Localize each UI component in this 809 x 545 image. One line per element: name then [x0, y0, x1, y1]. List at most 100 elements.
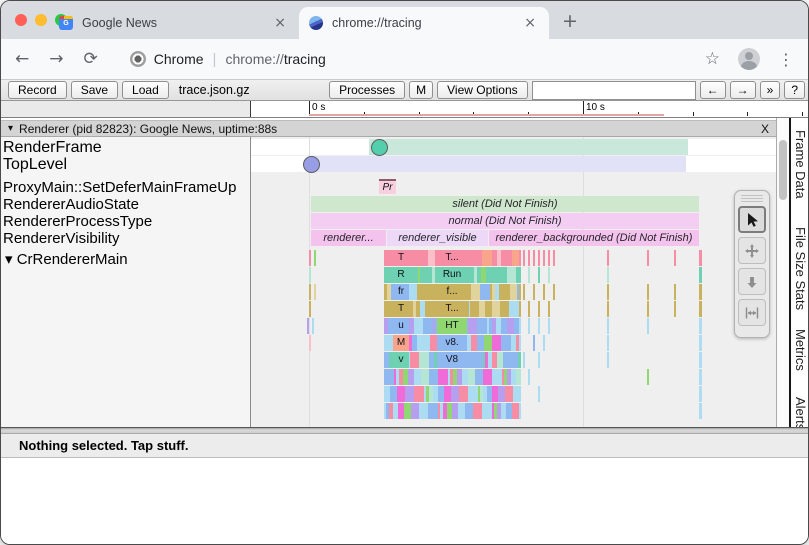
- trace-slice[interactable]: [309, 301, 311, 317]
- trace-slice-labeled[interactable]: v8.: [437, 335, 467, 351]
- trace-slice[interactable]: [538, 301, 540, 317]
- view-options-button[interactable]: View Options: [437, 81, 527, 99]
- trace-slice[interactable]: [538, 386, 540, 402]
- trace-slice[interactable]: [553, 250, 555, 266]
- trace-slice[interactable]: [405, 386, 414, 402]
- pan-tool-button[interactable]: [738, 237, 766, 264]
- state-band[interactable]: renderer...: [311, 230, 386, 246]
- panel-splitter[interactable]: [1, 427, 808, 434]
- trace-slice[interactable]: [414, 386, 424, 402]
- trace-slice[interactable]: [543, 250, 545, 266]
- trace-slice[interactable]: [647, 369, 649, 385]
- trace-slice[interactable]: [414, 318, 423, 334]
- trace-slice[interactable]: [509, 301, 519, 317]
- zoom-tool-button[interactable]: [738, 268, 766, 295]
- trace-slice[interactable]: [309, 267, 311, 283]
- trace-slice[interactable]: [498, 386, 505, 402]
- trace-slice[interactable]: [607, 284, 609, 300]
- tab-close-icon[interactable]: ×: [271, 15, 289, 31]
- trace-slice[interactable]: [528, 267, 530, 283]
- tab-google-news[interactable]: G Google News ×: [49, 7, 299, 39]
- trace-slice[interactable]: [519, 301, 521, 317]
- trace-slice[interactable]: [468, 386, 478, 402]
- trace-slice[interactable]: [421, 369, 429, 385]
- trace-slice[interactable]: [417, 284, 426, 300]
- trace-slice[interactable]: [492, 267, 499, 283]
- close-window-button[interactable]: [15, 14, 27, 26]
- trace-slice[interactable]: [314, 284, 316, 300]
- trace-slice[interactable]: [523, 284, 525, 300]
- trace-slice-labeled[interactable]: u: [393, 318, 409, 334]
- trace-slice[interactable]: [503, 352, 510, 368]
- trace-slice[interactable]: [647, 318, 649, 334]
- trace-slice-labeled[interactable]: T: [389, 301, 413, 317]
- trace-slice[interactable]: [607, 250, 609, 266]
- processes-button[interactable]: Processes: [329, 81, 405, 99]
- forward-icon[interactable]: →: [49, 49, 63, 69]
- trace-slice[interactable]: [512, 250, 519, 266]
- state-band[interactable]: normal (Did Not Finish): [311, 213, 699, 229]
- trace-slice[interactable]: [699, 335, 702, 351]
- trace-slice-labeled[interactable]: M: [393, 335, 409, 351]
- trace-slice[interactable]: [699, 386, 702, 402]
- trace-slice[interactable]: [607, 301, 609, 317]
- trace-slice[interactable]: [647, 301, 649, 317]
- trace-slice[interactable]: [523, 250, 525, 266]
- trace-slice[interactable]: [548, 301, 550, 317]
- trace-slice[interactable]: [414, 369, 421, 385]
- trace-slice[interactable]: [699, 284, 702, 300]
- trace-slice[interactable]: [419, 403, 428, 419]
- trace-slice[interactable]: [510, 284, 517, 300]
- trace-slice[interactable]: [475, 369, 483, 385]
- toplevel-band[interactable]: [311, 156, 686, 172]
- vertical-scrollbar[interactable]: [776, 118, 789, 427]
- trace-chart[interactable]: Prsilent (Did Not Finish)normal (Did Not…: [251, 118, 776, 427]
- trace-slice[interactable]: [482, 403, 492, 419]
- trace-slice[interactable]: [314, 250, 316, 266]
- trace-slice[interactable]: [533, 335, 535, 351]
- trace-slice[interactable]: [538, 267, 540, 283]
- proxymain-slice[interactable]: Pr: [379, 179, 396, 194]
- trace-slice[interactable]: [465, 403, 473, 419]
- find-previous-button[interactable]: ←: [700, 81, 726, 99]
- trace-slice[interactable]: [699, 318, 702, 334]
- trace-slice-labeled[interactable]: HT: [437, 318, 467, 334]
- trace-slice[interactable]: [309, 284, 311, 300]
- trace-slice[interactable]: [411, 403, 419, 419]
- trace-slice[interactable]: [699, 352, 702, 368]
- trace-slice[interactable]: [451, 386, 459, 402]
- trace-slice[interactable]: [501, 335, 511, 351]
- trace-slice[interactable]: [699, 250, 702, 266]
- toplevel-instant-marker[interactable]: [303, 156, 320, 173]
- trace-slice[interactable]: [485, 301, 492, 317]
- trace-slice[interactable]: [607, 335, 609, 351]
- trace-slice[interactable]: [647, 250, 649, 266]
- renderframe-instant-marker[interactable]: [371, 139, 388, 156]
- trace-slice[interactable]: [384, 335, 393, 351]
- trace-slice[interactable]: [543, 284, 545, 300]
- trace-slice[interactable]: [512, 403, 519, 419]
- save-button[interactable]: Save: [71, 81, 118, 99]
- trace-slice[interactable]: [548, 318, 550, 334]
- load-button[interactable]: Load: [122, 81, 169, 99]
- trace-slice[interactable]: [533, 250, 535, 266]
- trace-slice[interactable]: [548, 267, 550, 283]
- trace-slice[interactable]: [510, 352, 518, 368]
- trace-slice[interactable]: [423, 318, 433, 334]
- trace-slice[interactable]: [458, 403, 465, 419]
- trace-slice-labeled[interactable]: v: [393, 352, 409, 368]
- state-band[interactable]: renderer_visible: [387, 230, 488, 246]
- trace-slice[interactable]: [548, 250, 550, 266]
- trace-slice[interactable]: [312, 318, 314, 334]
- trace-slice[interactable]: [538, 352, 540, 368]
- trace-slice-labeled[interactable]: T...: [435, 250, 469, 266]
- trace-slice[interactable]: [409, 284, 417, 300]
- trace-slice-labeled[interactable]: f...: [435, 284, 469, 300]
- trace-slice[interactable]: [459, 386, 468, 402]
- side-tab-alerts[interactable]: Alerts: [793, 397, 808, 427]
- trace-slice[interactable]: [471, 284, 480, 300]
- state-band[interactable]: renderer_backgrounded (Did Not Finish): [489, 230, 699, 246]
- menu-dots-icon[interactable]: ⋮: [778, 50, 794, 69]
- trace-slice[interactable]: [419, 250, 428, 266]
- trace-slice[interactable]: [647, 284, 649, 300]
